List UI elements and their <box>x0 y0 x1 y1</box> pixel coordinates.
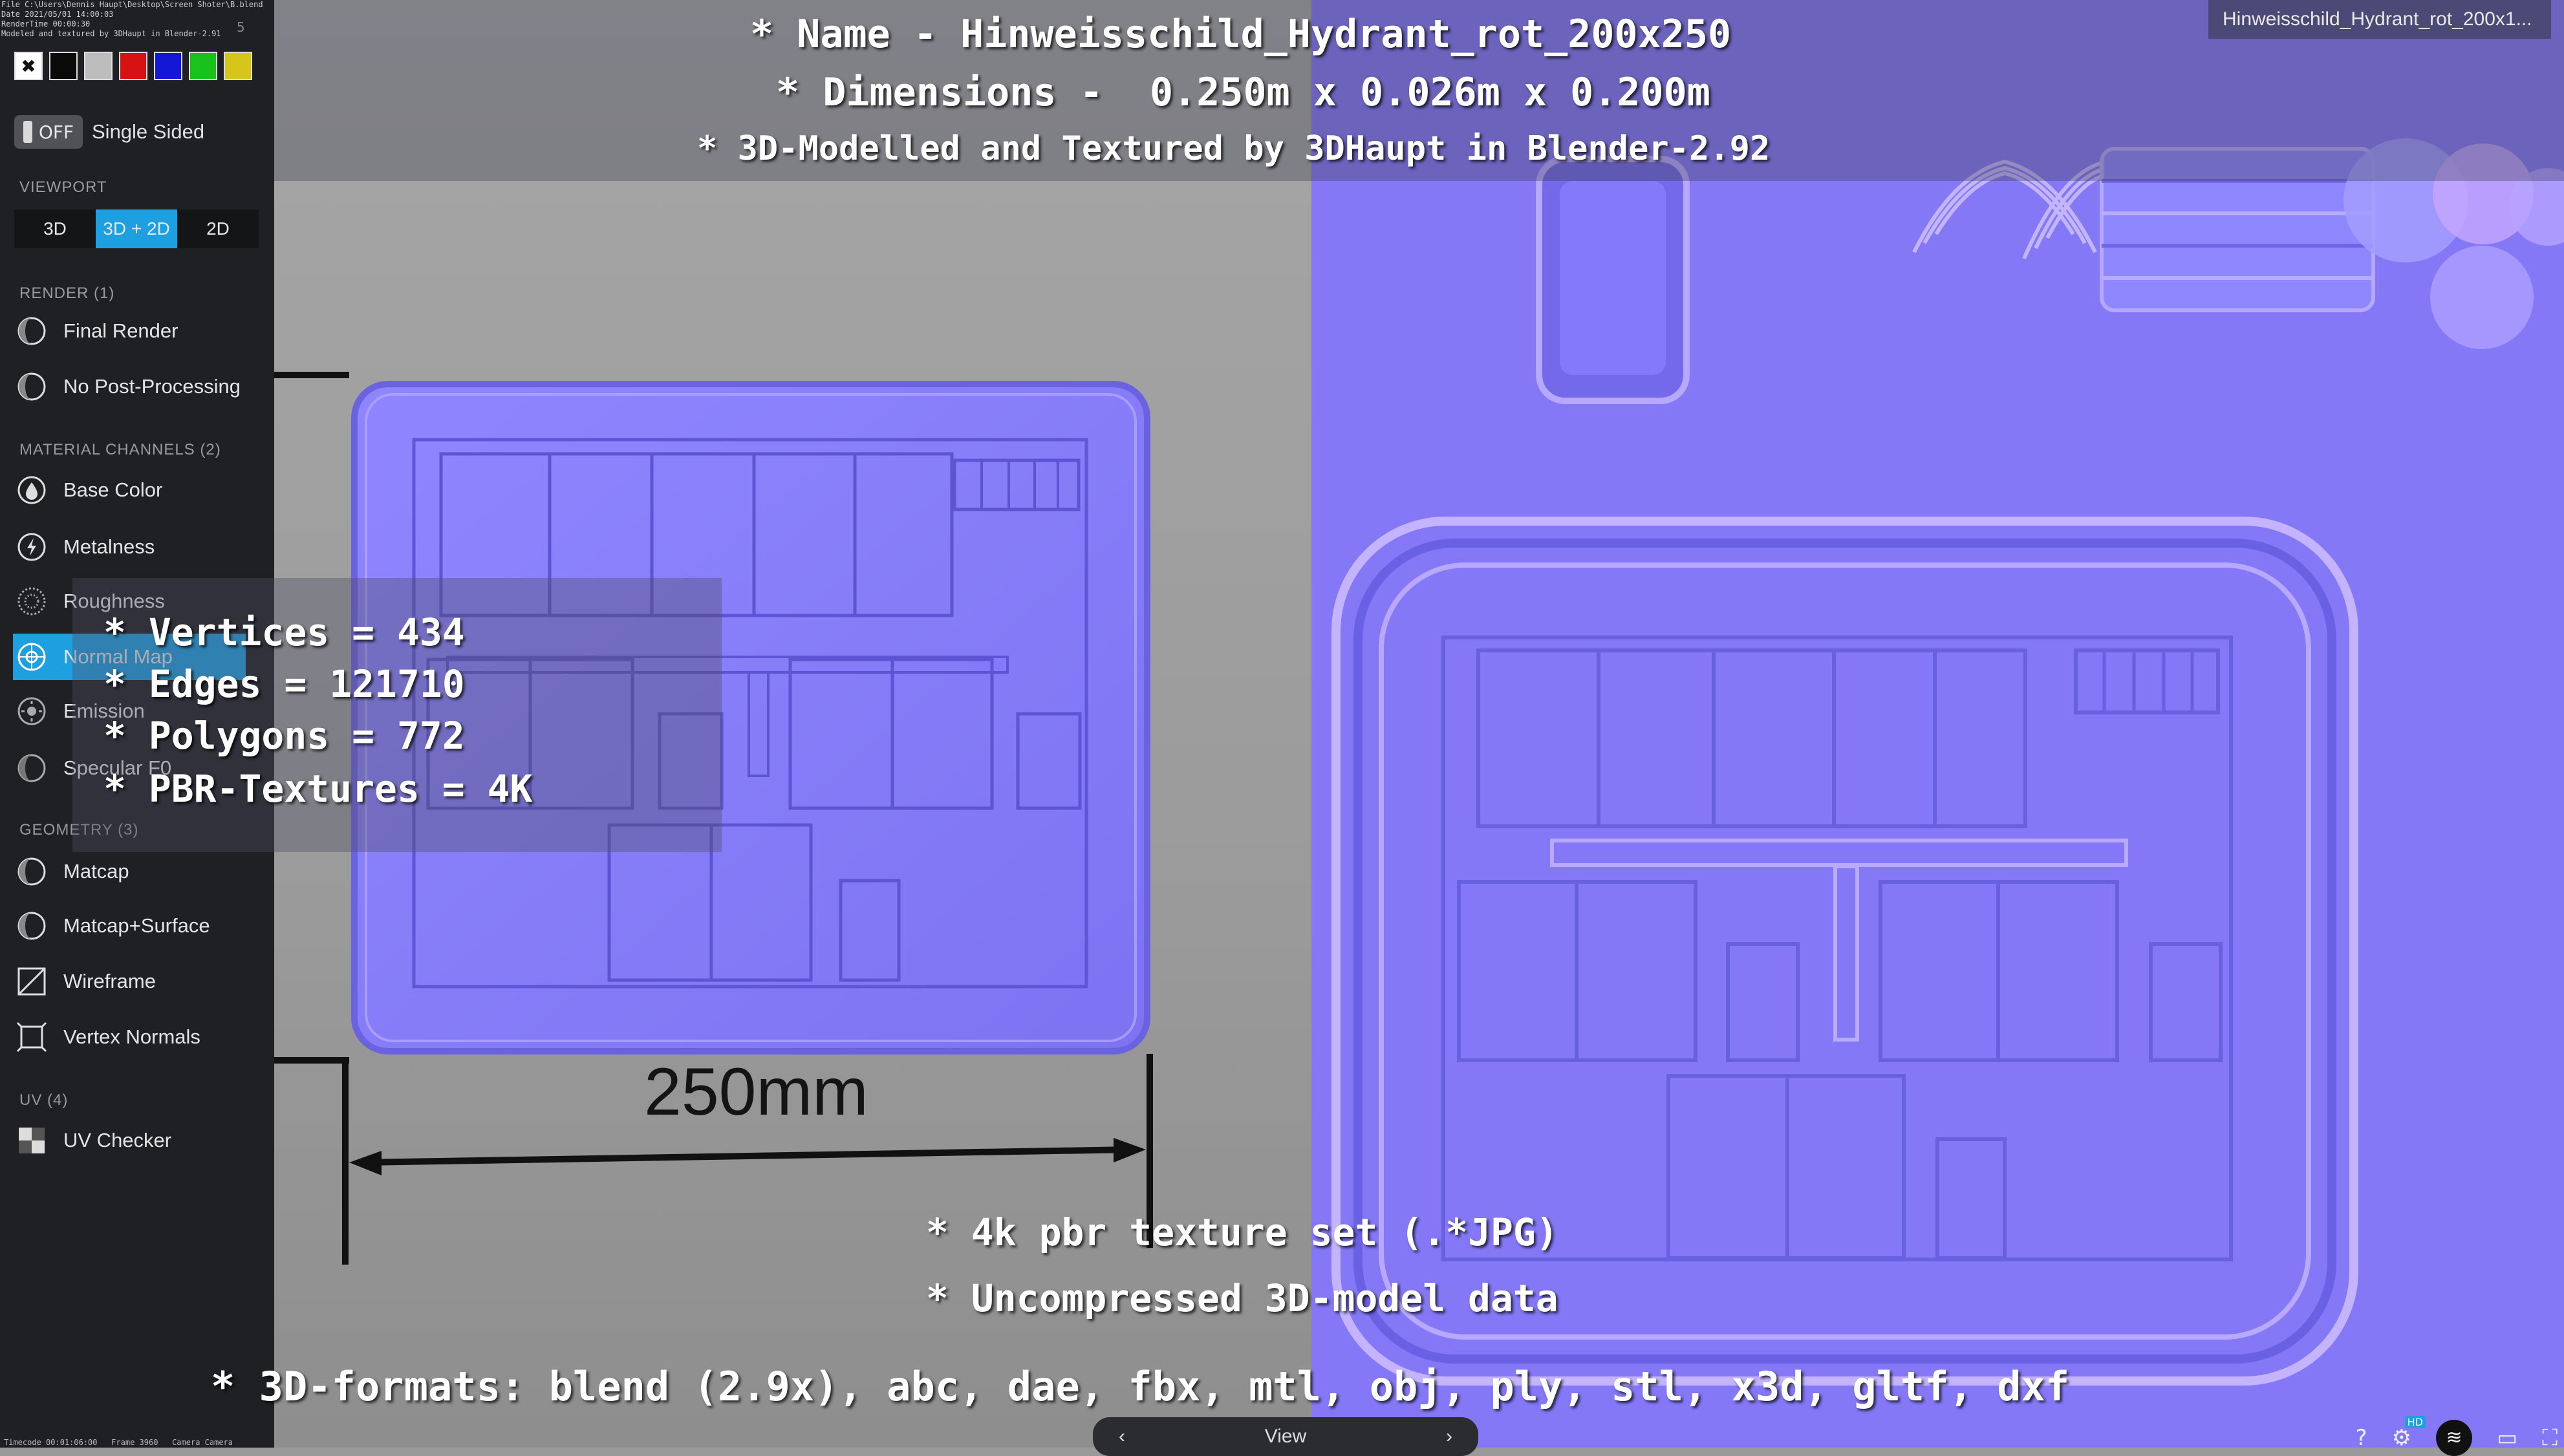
view-label[interactable]: View <box>1265 1426 1306 1448</box>
fullscreen-icon[interactable]: ⛶ <box>2542 1425 2558 1451</box>
section-render: RENDER (1) <box>19 284 115 302</box>
stat-edges: * Edges = 121710 <box>103 662 465 706</box>
window-title: Hinweisschild_Hydrant_rot_200x1... <box>2208 0 2551 39</box>
bottom-toolbar: ? ⚙ HD ≋ ▭ ⛶ <box>2356 1416 2558 1456</box>
name-line: * Name - Hinweisschild_Hydrant_rot_200x2… <box>750 12 1732 57</box>
file-info: File C:\Users\Dennis Haupt\Desktop\Scree… <box>1 0 263 38</box>
menu-base-color[interactable]: Base Color <box>16 467 274 513</box>
menu-metalness[interactable]: Metalness <box>16 524 274 570</box>
swatch-red[interactable] <box>119 52 147 80</box>
view-navbar: ‹ View › <box>1093 1417 1478 1456</box>
section-viewport: VIEWPORT <box>19 178 107 196</box>
viewport-3d-button[interactable]: 3D <box>14 209 96 248</box>
menu-no-post-processing[interactable]: No Post-Processing <box>16 363 274 410</box>
status-bar: Timecode 00:01:06:00 Frame 3960 Camera C… <box>4 1438 233 1447</box>
menu-vertex-normals[interactable]: Vertex Normals <box>16 1014 274 1060</box>
stat-vertices: * Vertices = 434 <box>103 610 465 654</box>
background-swatches: ✖ <box>14 52 252 80</box>
model-data-line: * Uncompressed 3D-model data <box>926 1276 1558 1320</box>
bolt-icon <box>16 531 48 563</box>
menu-label: No Post-Processing <box>63 375 241 398</box>
normal-map-icon <box>16 641 48 673</box>
dotted-circle-icon <box>16 585 48 617</box>
settings-icon[interactable]: ⚙ HD <box>2392 1416 2426 1451</box>
menu-label: UV Checker <box>63 1129 172 1151</box>
menu-uv-checker[interactable]: UV Checker <box>16 1117 274 1164</box>
checker-icon <box>16 1124 48 1157</box>
width-dimension-label: 250mm <box>644 1055 868 1129</box>
circle-icon <box>16 910 48 942</box>
single-sided-row: OFF Single Sided <box>14 115 204 149</box>
menu-final-render[interactable]: Final Render <box>16 308 274 354</box>
circle-icon <box>16 370 48 403</box>
vertex-normals-icon <box>16 1021 48 1053</box>
layers-icon[interactable]: ≋ <box>2436 1420 2473 1456</box>
menu-label: Vertex Normals <box>63 1025 200 1048</box>
prev-view-button[interactable]: ‹ <box>1119 1426 1125 1448</box>
swatch-clear[interactable]: ✖ <box>14 52 43 80</box>
single-sided-toggle[interactable]: OFF <box>14 115 83 149</box>
wireframe-icon <box>16 965 48 998</box>
dimensions-line: * Dimensions - 0.250m x 0.026m x 0.200m <box>776 70 1710 115</box>
menu-label: Final Render <box>63 319 178 342</box>
toggle-state: OFF <box>38 121 74 143</box>
stat-textures: * PBR-Textures = 4K <box>103 767 533 811</box>
help-icon[interactable]: ? <box>2356 1425 2367 1451</box>
circle-icon <box>16 315 48 347</box>
circle-icon <box>16 855 48 888</box>
next-view-button[interactable]: › <box>1446 1426 1452 1448</box>
image-icon[interactable]: ▭ <box>2497 1425 2517 1451</box>
swatch-blue[interactable] <box>154 52 182 80</box>
drop-icon <box>16 474 48 506</box>
section-material-channels: MATERIAL CHANNELS (2) <box>19 441 221 458</box>
swatch-green[interactable] <box>189 52 217 80</box>
section-uv: UV (4) <box>19 1091 69 1109</box>
hd-badge: HD <box>2404 1416 2426 1428</box>
single-sided-label: Single Sided <box>92 120 205 143</box>
menu-label: Base Color <box>63 478 163 501</box>
viewport-mode-buttons: 3D 3D + 2D 2D <box>14 209 259 248</box>
menu-matcap-surface[interactable]: Matcap+Surface <box>16 903 274 949</box>
viewport-3d-2d-button[interactable]: 3D + 2D <box>96 209 177 248</box>
circle-icon <box>16 752 48 784</box>
viewport-2d-button[interactable]: 2D <box>177 209 259 248</box>
stat-polygons: * Polygons = 772 <box>103 714 465 758</box>
menu-label: Matcap+Surface <box>63 914 210 937</box>
menu-matcap[interactable]: Matcap <box>16 848 274 895</box>
texture-set-line: * 4k pbr texture set (.*JPG) <box>926 1210 1558 1254</box>
swatch-yellow[interactable] <box>224 52 252 80</box>
toggle-knob <box>23 121 32 143</box>
menu-wireframe[interactable]: Wireframe <box>16 958 274 1005</box>
menu-label: Wireframe <box>63 970 156 992</box>
swatch-grey[interactable] <box>84 52 113 80</box>
menu-label: Matcap <box>63 860 129 883</box>
credits-line: * 3D-Modelled and Textured by 3DHaupt in… <box>697 129 1771 168</box>
formats-line: * 3D-formats: blend (2.9x), abc, dae, fb… <box>211 1363 2070 1410</box>
frame-marker: 5 <box>237 19 245 35</box>
sun-icon <box>16 695 48 727</box>
swatch-black[interactable] <box>49 52 78 80</box>
menu-label: Metalness <box>63 535 155 558</box>
